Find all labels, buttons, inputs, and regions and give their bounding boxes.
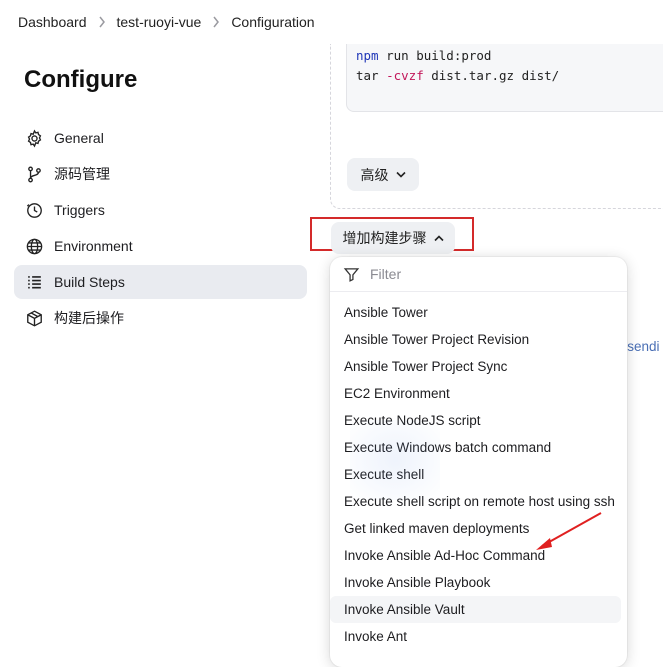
- list-icon: [24, 272, 44, 292]
- dropdown-option[interactable]: EC2 Environment: [330, 380, 621, 407]
- code-token: npm: [356, 48, 379, 63]
- sidebar-item-build-steps[interactable]: Build Steps: [14, 265, 307, 299]
- sidebar-item-label: Environment: [54, 238, 133, 254]
- globe-icon: [24, 236, 44, 256]
- chevron-up-icon: [433, 234, 444, 241]
- dropdown-option[interactable]: Execute NodeJS script: [330, 407, 621, 434]
- filter-icon: [343, 267, 360, 282]
- code-token: -cvzf: [378, 68, 424, 83]
- dropdown-option[interactable]: Invoke Ansible Ad-Hoc Command: [330, 542, 621, 569]
- add-build-step-button[interactable]: 增加构建步骤: [331, 222, 455, 254]
- add-build-step-label: 增加构建步骤: [342, 230, 427, 246]
- package-icon: [24, 308, 44, 328]
- sidebar-item-label: Build Steps: [54, 274, 125, 290]
- dropdown-option[interactable]: Execute shell: [330, 461, 621, 488]
- sidebar-item-label: 源码管理: [54, 166, 110, 182]
- sidebar-item-post-build[interactable]: 构建后操作: [14, 301, 307, 335]
- dropdown-option[interactable]: Invoke Ansible Vault: [330, 596, 621, 623]
- branch-icon: [24, 164, 44, 184]
- chevron-right-icon: [212, 16, 220, 28]
- sidebar-item-label: General: [54, 130, 104, 146]
- breadcrumb-configuration[interactable]: Configuration: [231, 14, 314, 30]
- chevron-down-icon: [395, 171, 406, 178]
- dropdown-option[interactable]: Execute shell script on remote host usin…: [330, 488, 621, 515]
- dropdown-option[interactable]: Invoke Ansible Playbook: [330, 569, 621, 596]
- sidebar-item-label: 构建后操作: [54, 310, 124, 326]
- dropdown-option[interactable]: Get linked maven deployments: [330, 515, 621, 542]
- dropdown-option[interactable]: Execute Windows batch command: [330, 434, 621, 461]
- dropdown-option[interactable]: Ansible Tower Project Revision: [330, 326, 621, 353]
- dropdown-option[interactable]: Ansible Tower Project Sync: [330, 353, 621, 380]
- advanced-button[interactable]: 高级: [347, 158, 419, 191]
- shell-command-editor[interactable]: npm run build:prod tar -cvzf dist.tar.gz…: [346, 44, 663, 112]
- clock-icon: [24, 200, 44, 220]
- breadcrumb-project[interactable]: test-ruoyi-vue: [117, 14, 202, 30]
- advanced-button-label: 高级: [360, 166, 389, 183]
- option-list: Ansible Tower Ansible Tower Project Revis…: [330, 292, 627, 650]
- filter-input[interactable]: [368, 265, 592, 283]
- build-step-dropdown: Ansible TowerAnsible Tower Project Revis…: [330, 257, 627, 667]
- sidebar-item-environment[interactable]: Environment: [14, 229, 307, 263]
- sidebar-item-triggers[interactable]: Triggers: [14, 193, 307, 227]
- sidebar-item-label: Triggers: [54, 202, 105, 218]
- page-title: Configure: [24, 66, 138, 93]
- chevron-right-icon: [98, 16, 106, 28]
- code-token: dist.tar.gz dist/: [423, 68, 560, 83]
- code-line-2: tar -cvzf dist.tar.gz dist/: [356, 66, 663, 86]
- code-line-1: npm run build:prod: [356, 46, 663, 66]
- dropdown-option[interactable]: Invoke Ant: [330, 623, 621, 650]
- sidebar-item-source-control[interactable]: 源码管理: [14, 157, 307, 191]
- sidebar-item-general[interactable]: General: [14, 121, 307, 155]
- dropdown-option[interactable]: Ansible Tower: [330, 299, 621, 326]
- gear-icon: [24, 128, 44, 148]
- breadcrumb: Dashboard test-ruoyi-vue Configuration: [0, 0, 663, 44]
- code-token: tar: [356, 68, 379, 83]
- sidebar-nav: General 源码管理 Triggers Environment Build …: [14, 121, 307, 337]
- filter-row: [330, 257, 627, 292]
- code-token: run build:prod: [378, 48, 492, 63]
- breadcrumb-dashboard[interactable]: Dashboard: [18, 14, 87, 30]
